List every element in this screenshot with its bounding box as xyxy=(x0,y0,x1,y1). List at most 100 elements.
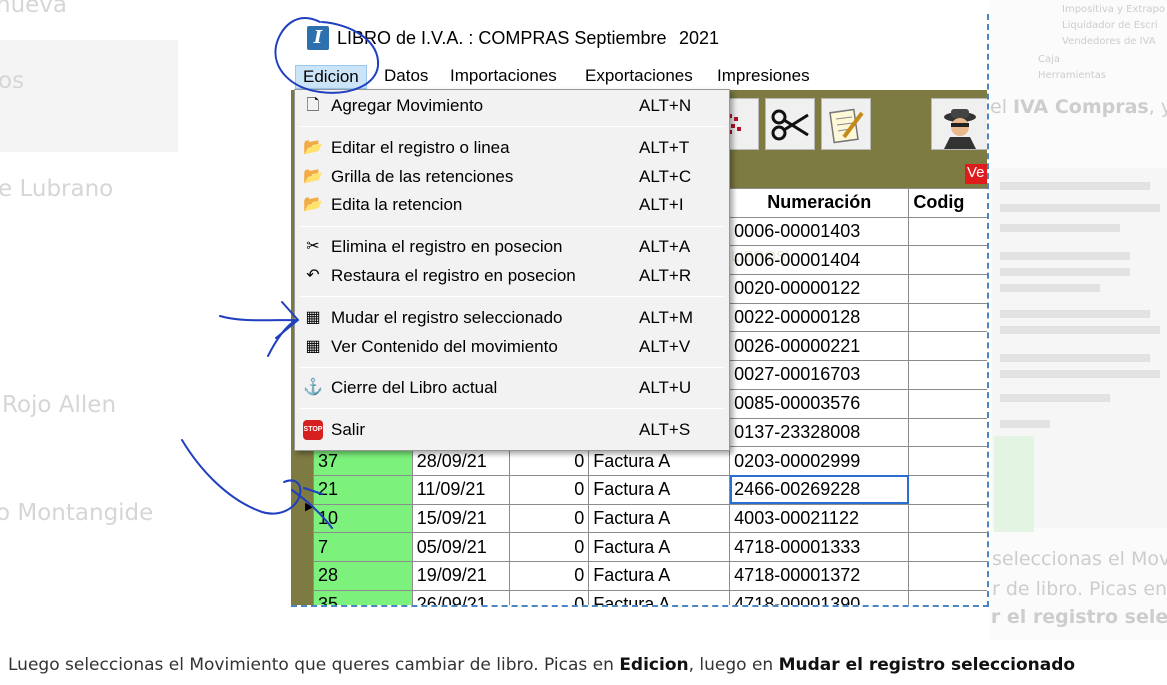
menu-item-shortcut: ALT+A xyxy=(639,237,691,256)
anchor-icon: ⚓ xyxy=(303,379,323,396)
menu-impresiones[interactable]: Impresiones xyxy=(710,65,817,87)
row-numeracion-cell[interactable]: 4003-00021122 xyxy=(729,503,910,534)
menu-item-elimina-el-registro-en-posecion[interactable]: ✂ Elimina el registro en posecion ALT+A xyxy=(295,234,729,261)
row-numeracion-cell[interactable]: 0020-00000122 xyxy=(729,274,910,304)
app-logo-icon: I xyxy=(307,26,329,50)
ghost-tree-2: Liquidador de Escri xyxy=(1062,20,1158,31)
grid-edit-icon: ▦ xyxy=(305,338,321,355)
menu-importaciones[interactable]: Importaciones xyxy=(443,65,564,87)
row-numeracion-cell[interactable]: 0085-00003576 xyxy=(729,388,910,419)
ghost-tree-3: Vendedores de IVA xyxy=(1062,36,1156,47)
row-numeracion-cell[interactable]: 4718-00001390 xyxy=(729,589,910,605)
row-numeracion-cell[interactable]: 0006-00001403 xyxy=(729,216,910,247)
row-codigo-cell[interactable] xyxy=(908,474,987,505)
row-codigo-cell[interactable] xyxy=(908,360,987,390)
edicion-dropdown-menu: 🗋 Agregar Movimiento ALT+N 📂 Editar el regis… xyxy=(294,89,730,451)
row-codigo-cell[interactable] xyxy=(908,503,987,534)
menu-exportaciones[interactable]: Exportaciones xyxy=(578,65,700,87)
ghost-tree-4: Caja xyxy=(1038,54,1061,65)
row-number-cell[interactable]: 0 xyxy=(509,503,590,534)
row-id-cell[interactable]: 21 xyxy=(313,474,413,505)
menu-item-shortcut: ALT+C xyxy=(639,167,692,186)
row-codigo-cell[interactable] xyxy=(908,446,987,476)
menu-edicion[interactable]: Edicion xyxy=(295,65,367,89)
notepad-icon xyxy=(829,108,864,144)
row-id-cell[interactable]: 7 xyxy=(313,532,413,562)
menu-item-edita-la-retencion[interactable]: 📂 Edita la retencion ALT+I xyxy=(295,192,729,219)
row-date-cell[interactable]: 26/09/21 xyxy=(411,589,511,605)
scissors-icon xyxy=(771,109,809,141)
row-id-cell[interactable]: 10 xyxy=(313,503,413,534)
menu-item-label: Editar el registro o linea xyxy=(331,138,510,157)
menu-item-shortcut: ALT+U xyxy=(639,378,692,397)
row-date-cell[interactable]: 15/09/21 xyxy=(411,503,511,534)
table-row[interactable]: 10 15/09/21 0 Factura A 4003-00021122 xyxy=(313,503,987,534)
menu-item-ver-contenido-del-movimiento[interactable]: ▦ Ver Contenido del movimiento ALT+V xyxy=(295,334,729,361)
menu-item-agregar-movimiento[interactable]: 🗋 Agregar Movimiento ALT+N xyxy=(295,93,729,120)
row-codigo-cell[interactable] xyxy=(908,388,987,419)
ghost-tree-1: Impositiva y Extrapo xyxy=(1062,4,1166,15)
row-number-cell[interactable]: 0 xyxy=(509,560,590,591)
row-codigo-cell[interactable] xyxy=(908,302,987,333)
header-numeracion[interactable]: Numeración xyxy=(729,188,910,218)
ghost-footer-1: seleccionas el Mov xyxy=(992,548,1167,570)
table-row[interactable]: 35 26/09/21 0 Factura A 4718-00001390 xyxy=(313,589,987,605)
row-codigo-cell[interactable] xyxy=(908,274,987,304)
row-codigo-cell[interactable] xyxy=(908,216,987,247)
row-type-cell[interactable]: Factura A xyxy=(588,560,731,591)
toolbar-spy-button[interactable] xyxy=(931,98,987,150)
row-type-cell[interactable]: Factura A xyxy=(588,589,731,605)
row-numeracion-cell[interactable]: 2466-00269228 xyxy=(729,474,910,505)
menu-item-restaura-el-registro-en-posecion[interactable]: ↶ Restaura el registro en posecion ALT+R xyxy=(295,263,729,290)
scissors-icon: ✂ xyxy=(306,238,320,255)
row-codigo-cell[interactable] xyxy=(908,532,987,562)
background-duplicate-panel: Impositiva y Extrapo Liquidador de Escri… xyxy=(990,0,1167,640)
toolbar-cut-button[interactable] xyxy=(765,98,815,150)
menu-separator xyxy=(299,367,725,368)
ghost-tree-5: Herramientas xyxy=(1038,70,1107,81)
row-type-cell[interactable]: Factura A xyxy=(588,532,731,562)
row-numeracion-cell[interactable]: 0026-00000221 xyxy=(729,331,910,362)
menu-item-mudar-el-registro-seleccionado[interactable]: ▦ Mudar el registro seleccionado ALT+M xyxy=(295,305,729,332)
table-row[interactable]: 7 05/09/21 0 Factura A 4718-00001333 xyxy=(313,532,987,562)
menu-item-editar-el-registro-o-linea[interactable]: 📂 Editar el registro o linea ALT+T xyxy=(295,135,729,162)
row-id-cell[interactable]: 35 xyxy=(313,589,413,605)
row-number-cell[interactable]: 0 xyxy=(509,474,590,505)
row-numeracion-cell[interactable]: 0203-00002999 xyxy=(729,446,910,476)
row-date-cell[interactable]: 11/09/21 xyxy=(411,474,511,505)
row-codigo-cell[interactable] xyxy=(908,245,987,276)
menu-item-salir[interactable]: STOP Salir ALT+S xyxy=(295,417,729,444)
row-codigo-cell[interactable] xyxy=(908,560,987,591)
row-type-cell[interactable]: Factura A xyxy=(588,474,731,505)
folder-open-icon: 📂 xyxy=(303,168,323,185)
ghost-text-4: Rojo Allen xyxy=(2,392,117,418)
red-badge: Ve xyxy=(965,164,987,184)
row-numeracion-cell[interactable]: 4718-00001372 xyxy=(729,560,910,591)
row-number-cell[interactable]: 0 xyxy=(509,532,590,562)
row-codigo-cell[interactable] xyxy=(908,417,987,448)
menu-item-label: Elimina el registro en posecion xyxy=(331,237,563,256)
menu-item-label: Cierre del Libro actual xyxy=(331,378,498,397)
row-id-cell[interactable]: 28 xyxy=(313,560,413,591)
row-numeracion-cell[interactable]: 0022-00000128 xyxy=(729,302,910,333)
row-numeracion-cell[interactable]: 0027-00016703 xyxy=(729,360,910,390)
menu-datos[interactable]: Datos xyxy=(377,65,435,87)
table-row[interactable]: 28 19/09/21 0 Factura A 4718-00001372 xyxy=(313,560,987,591)
ghost-text-5: o Montangide xyxy=(0,500,154,526)
menu-item-shortcut: ALT+T xyxy=(639,138,690,157)
row-numeracion-cell[interactable]: 0137-23328008 xyxy=(729,417,910,448)
row-codigo-cell[interactable] xyxy=(908,589,987,605)
menu-item-cierre-del-libro-actual[interactable]: ⚓ Cierre del Libro actual ALT+U xyxy=(295,375,729,402)
row-type-cell[interactable]: Factura A xyxy=(588,503,731,534)
toolbar-notes-button[interactable] xyxy=(821,98,871,150)
row-numeracion-cell[interactable]: 0006-00001404 xyxy=(729,245,910,276)
header-codigo[interactable]: Codig xyxy=(908,188,987,218)
row-numeracion-cell[interactable]: 4718-00001333 xyxy=(729,532,910,562)
row-codigo-cell[interactable] xyxy=(908,331,987,362)
menu-item-grilla-de-las-retenciones[interactable]: 📂 Grilla de las retenciones ALT+C xyxy=(295,164,729,191)
menu-item-label: Agregar Movimiento xyxy=(331,96,484,115)
row-date-cell[interactable]: 19/09/21 xyxy=(411,560,511,591)
row-number-cell[interactable]: 0 xyxy=(509,589,590,605)
row-date-cell[interactable]: 05/09/21 xyxy=(411,532,511,562)
table-row[interactable]: 21 11/09/21 0 Factura A 2466-00269228 xyxy=(313,474,987,505)
